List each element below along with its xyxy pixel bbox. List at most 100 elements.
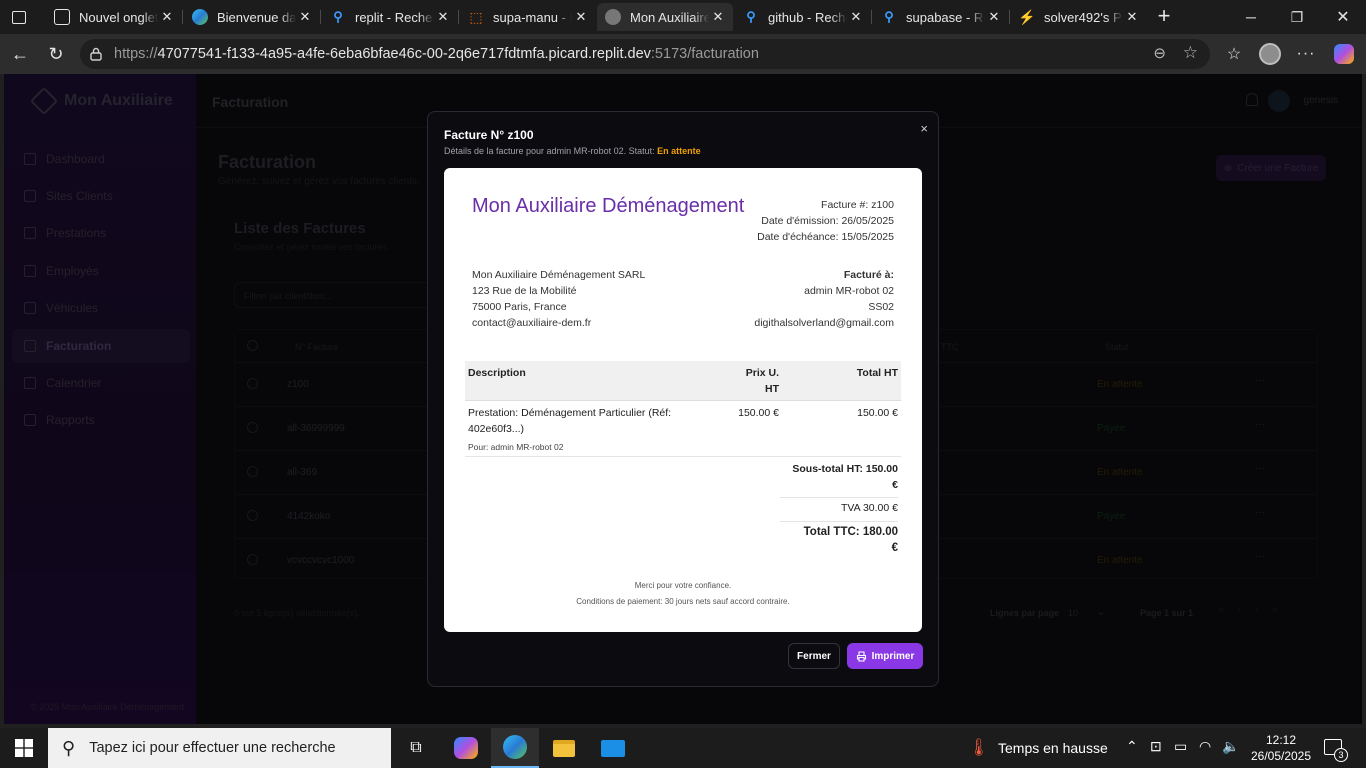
header-total: Total HT (856, 367, 898, 379)
weather-text[interactable]: Temps en hausse (998, 740, 1108, 756)
print-button[interactable]: Imprimer (847, 643, 923, 669)
modal-title: Facture N° z100 (444, 128, 534, 142)
subtotal: Sous-total HT: 150.00 € (780, 461, 898, 498)
close-button-label: Fermer (797, 650, 831, 662)
newtab-icon (54, 9, 70, 25)
url-host: 47077541-f133-4a95-a4fe-6eba6bfae46c-00-… (157, 46, 651, 62)
header-description: Description (468, 367, 526, 379)
sender-line: 75000 Paris, France (472, 301, 567, 313)
thanks-note: Merci pour votre confiance. (634, 581, 732, 590)
chevron-up-icon[interactable]: ⌃ (1126, 738, 1138, 755)
volume-icon[interactable]: 🔈 (1222, 738, 1239, 755)
sender-line: contact@auxiliaire-dem.fr (472, 317, 592, 329)
tab-title: solver492's Projects (1044, 9, 1123, 25)
total-ttc-amount: Total TTC: 180.00 (803, 526, 898, 538)
file-explorer-icon[interactable] (540, 728, 588, 768)
billed-to: Facturé à: admin MR-robot 02 SS02 digith… (754, 267, 894, 331)
tab-supabase-search[interactable]: ⚲ supabase - Recherche ✕ (873, 3, 1009, 31)
wifi-icon[interactable]: ◠ (1199, 738, 1211, 755)
close-tab-icon[interactable]: ✕ (1123, 9, 1141, 25)
status-badge: En attente (657, 146, 701, 156)
line-description: Prestation: Déménagement Particulier (Ré… (468, 407, 672, 419)
address-bar[interactable]: https://47077541-f133-4a95-a4fe-6eba6bfa… (80, 39, 1210, 69)
search-icon: ⚲ (884, 9, 894, 24)
close-tab-icon[interactable]: ✕ (985, 9, 1003, 25)
web-viewport: Mon Auxiliaire Dashboard Sites Clients P… (4, 74, 1362, 724)
tab-edge[interactable]: Bienvenue dans Microsoft Edge ✕ (184, 3, 320, 31)
favorite-star-icon[interactable]: ☆ (1183, 43, 1198, 63)
windows-start-icon[interactable] (0, 728, 48, 768)
copilot-taskbar-icon[interactable] (442, 728, 490, 768)
new-tab-plus-icon[interactable]: + (1152, 4, 1176, 28)
restore-icon[interactable]: ❐ (1274, 0, 1320, 34)
edge-icon (192, 9, 208, 25)
billed-to-line: digithalsolverland@gmail.com (754, 317, 894, 329)
print-button-label: Imprimer (871, 650, 915, 662)
tab-divider (1009, 10, 1010, 24)
line-for: Pour: admin MR-robot 02 (468, 442, 564, 452)
back-arrow-icon[interactable]: ← (6, 40, 34, 68)
billed-to-line: admin MR-robot 02 (804, 285, 894, 297)
tab-divider (320, 10, 321, 24)
meet-now-icon[interactable]: ⊡ (1150, 738, 1162, 755)
url-text: https://47077541-f133-4a95-a4fe-6eba6bfa… (114, 46, 759, 62)
close-tab-icon[interactable]: ✕ (709, 9, 727, 25)
tab-replit-search[interactable]: ⚲ replit - Recherche ✕ (322, 3, 458, 31)
thermometer-icon: 🌡 (968, 738, 990, 757)
printer-icon (856, 650, 866, 662)
tab-title: supabase - Recherche (906, 9, 985, 25)
total-ttc: Total TTC: 180.00 € (804, 524, 898, 556)
taskbar-search-placeholder: Tapez ici pour effectuer une recherche (89, 740, 336, 756)
favorites-icon[interactable]: ☆ (1220, 40, 1248, 68)
tab-actions-button[interactable] (8, 6, 30, 28)
payment-conditions: Conditions de paiement: 30 jours nets sa… (576, 597, 790, 606)
invoice-number: Facture #: z100 (821, 199, 894, 211)
close-tab-icon[interactable]: ✕ (434, 9, 452, 25)
mail-icon[interactable] (589, 728, 637, 768)
modal-subtitle: Détails de la facture pour admin MR-robo… (444, 146, 701, 156)
tab-title: Mon Auxiliaire (630, 9, 709, 25)
invoice-meta: Facture #: z100 Date d'émission: 26/05/2… (757, 197, 894, 245)
tab-title: replit - Recherche (355, 9, 434, 25)
clock[interactable]: 12:12 26/05/2025 (1250, 732, 1312, 764)
close-icon[interactable]: × (920, 121, 928, 136)
close-tab-icon[interactable]: ✕ (296, 9, 314, 25)
tab-github-search[interactable]: ⚲ github - Recherche ✕ (735, 3, 871, 31)
billed-to-line: SS02 (868, 301, 894, 313)
refresh-icon[interactable]: ↻ (42, 40, 70, 68)
browser-tab-bar: Nouvel onglet ✕ Bienvenue dans Microsoft… (0, 0, 1366, 34)
tab-divider (182, 10, 183, 24)
tab-new[interactable]: Nouvel onglet ✕ (46, 3, 182, 31)
task-view-icon[interactable]: ⧉ (392, 728, 440, 768)
tab-title: Nouvel onglet (79, 9, 158, 25)
taskbar-search-input[interactable]: ⚲ Tapez ici pour effectuer une recherche (48, 728, 391, 768)
profile-avatar[interactable] (1256, 40, 1284, 68)
sender-line: 123 Rue de la Mobilité (472, 285, 577, 297)
app-icon (605, 9, 621, 25)
invoice-table-header: Description Prix U. HT Total HT (465, 361, 901, 401)
close-window-icon[interactable]: ✕ (1320, 0, 1366, 34)
modal-subtitle-text: Détails de la facture pour admin MR-robo… (444, 146, 655, 156)
header-unit-price: Prix U. HT (746, 365, 779, 397)
billed-to-label: Facturé à: (843, 269, 894, 281)
close-tab-icon[interactable]: ✕ (158, 9, 176, 25)
close-button[interactable]: Fermer (788, 643, 840, 669)
invoice-preview: Mon Auxiliaire Déménagement Facture #: z… (444, 168, 922, 632)
battery-icon[interactable]: ▭ (1174, 738, 1187, 755)
invoice-line-item: Prestation: Déménagement Particulier (Ré… (465, 401, 901, 457)
more-menu-icon[interactable]: ··· (1292, 40, 1320, 68)
tab-mon-auxiliaire[interactable]: Mon Auxiliaire ✕ (597, 3, 733, 31)
close-tab-icon[interactable]: ✕ (847, 9, 865, 25)
zoom-icon[interactable]: ⊖ (1153, 44, 1166, 62)
edge-taskbar-icon[interactable] (491, 728, 539, 768)
tab-supabase-projects[interactable]: ⚡ solver492's Projects ✕ (1011, 3, 1147, 31)
replit-icon: ⬚ (469, 8, 483, 25)
tab-replit[interactable]: ⬚ supa-manu - Replit ✕ (460, 3, 596, 31)
header-unit-price-line2: HT (765, 383, 779, 395)
invoice-company-title: Mon Auxiliaire Déménagement (472, 195, 745, 217)
copilot-icon[interactable] (1330, 40, 1358, 68)
notification-count-badge: 3 (1334, 748, 1348, 762)
close-tab-icon[interactable]: ✕ (572, 9, 590, 25)
minimize-icon[interactable]: ─ (1228, 0, 1274, 34)
site-info-icon[interactable] (90, 47, 102, 61)
